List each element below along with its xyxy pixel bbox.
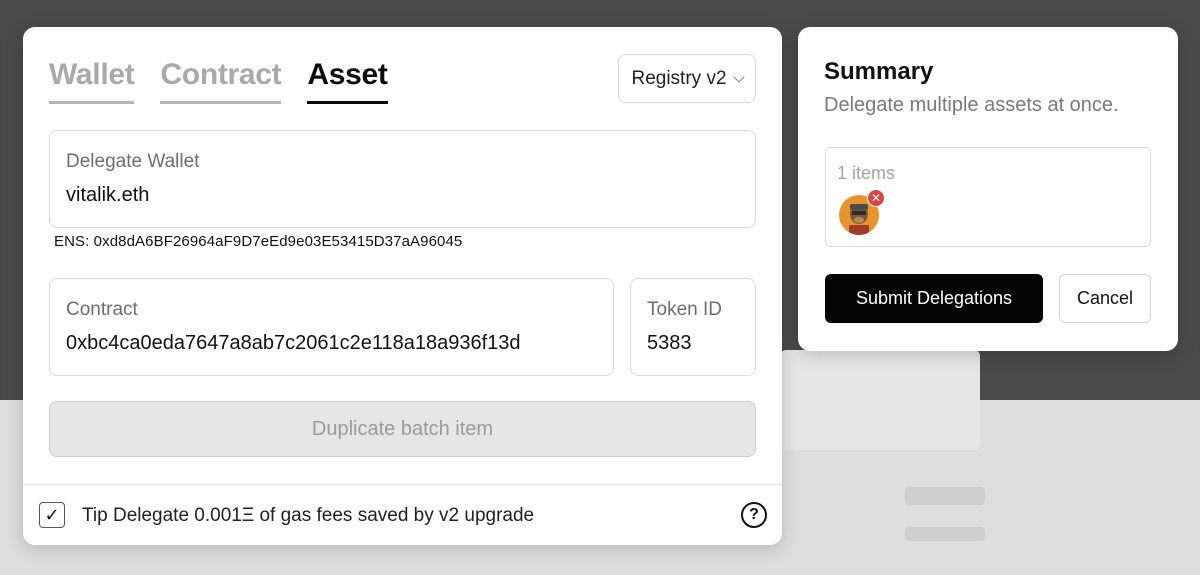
submit-delegations-button[interactable]: Submit Delegations xyxy=(825,274,1043,323)
delegate-wallet-field[interactable]: Delegate Wallet vitalik.eth xyxy=(49,130,756,228)
backdrop-ghost-text xyxy=(905,527,985,541)
help-icon-glyph: ? xyxy=(749,506,759,523)
tip-checkbox[interactable]: ✓ xyxy=(39,502,65,528)
registry-select-value: Registry v2 xyxy=(631,67,727,89)
cancel-button[interactable]: Cancel xyxy=(1059,274,1151,323)
contract-label: Contract xyxy=(66,299,138,320)
duplicate-batch-item-button[interactable]: Duplicate batch item xyxy=(49,401,756,457)
registry-version-select[interactable]: Registry v2 xyxy=(618,54,756,103)
delegate-wallet-input[interactable]: vitalik.eth xyxy=(66,184,149,207)
items-count: 1 items xyxy=(837,163,896,183)
tab-contract[interactable]: Contract xyxy=(160,57,282,104)
tab-bar: Wallet Contract Asset xyxy=(49,57,388,104)
tip-footer: ✓ Tip Delegate 0.001Ξ of gas fees saved … xyxy=(23,484,782,545)
delegate-wallet-label: Delegate Wallet xyxy=(66,151,200,172)
summary-card: Summary Delegate multiple assets at once… xyxy=(798,27,1178,351)
contract-input[interactable]: 0xbc4ca0eda7647a8ab7c2061c2e118a18a936f1… xyxy=(66,332,521,355)
help-icon[interactable]: ? xyxy=(741,502,767,528)
token-id-input[interactable]: 5383 xyxy=(647,332,692,355)
backdrop-ghost-text xyxy=(905,487,985,505)
summary-title: Summary xyxy=(824,58,934,85)
token-id-label: Token ID xyxy=(647,299,722,320)
ens-address: ENS: 0xd8dA6BF26964aF9D7eEd9e03E53415D37… xyxy=(54,233,463,250)
summary-subtitle: Delegate multiple assets at once. xyxy=(824,94,1119,116)
backdrop-panel xyxy=(780,350,980,450)
items-list: 1 items ✕ xyxy=(825,147,1151,247)
delegation-form-card: Wallet Contract Asset Registry v2 Delega… xyxy=(23,27,782,545)
remove-item-icon[interactable]: ✕ xyxy=(867,189,885,207)
tab-asset[interactable]: Asset xyxy=(307,57,388,104)
tip-text: Tip Delegate 0.001Ξ of gas fees saved by… xyxy=(82,505,535,526)
check-icon: ✓ xyxy=(44,504,60,525)
tab-wallet[interactable]: Wallet xyxy=(49,57,135,104)
chevron-down-icon xyxy=(732,70,745,83)
contract-field[interactable]: Contract 0xbc4ca0eda7647a8ab7c2061c2e118… xyxy=(49,278,614,376)
token-id-field[interactable]: Token ID 5383 xyxy=(630,278,756,376)
